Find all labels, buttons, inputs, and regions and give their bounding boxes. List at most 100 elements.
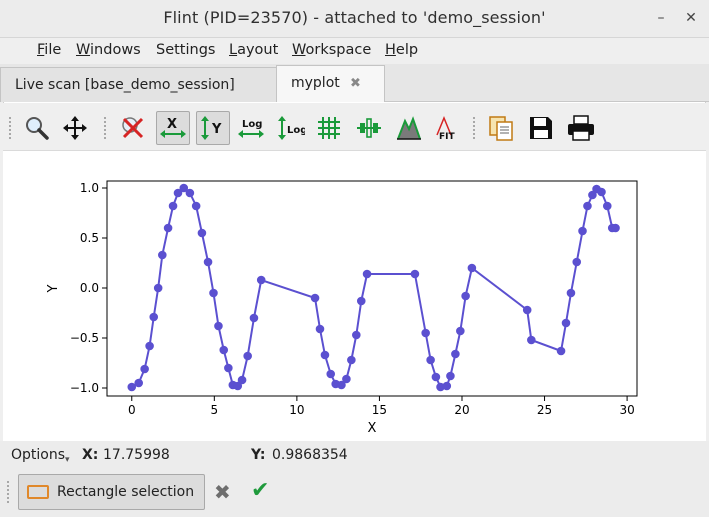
x-tick-label: 10 — [289, 403, 304, 417]
x-axis: 0 5 10 15 20 25 30 — [128, 396, 635, 417]
data-point — [256, 275, 266, 285]
data-point — [315, 324, 325, 334]
toolbar-grip[interactable] — [104, 117, 107, 139]
x-tick-label: 15 — [372, 403, 387, 417]
data-point — [203, 257, 213, 267]
data-point — [209, 288, 218, 298]
toolbar-grip[interactable] — [473, 117, 476, 139]
y-coord-value: 0.9868354 — [272, 447, 348, 463]
grid-button[interactable] — [312, 111, 346, 145]
toolbar-grip[interactable] — [9, 117, 12, 139]
log-x-text: Log — [242, 119, 262, 130]
minimize-button[interactable]: – — [650, 7, 672, 29]
data-point — [224, 363, 233, 373]
data-point — [352, 330, 361, 340]
autoscale-x-icon: X — [160, 117, 186, 138]
y-coord-label: Y: — [251, 447, 266, 463]
axes-frame — [106, 180, 638, 397]
fit-icon: FIT — [436, 116, 455, 141]
data-point — [583, 201, 592, 211]
reset-zoom-button[interactable] — [116, 111, 150, 145]
series-group — [127, 183, 620, 392]
x-tick-label: 30 — [619, 403, 634, 417]
x-tick-label: 5 — [211, 403, 219, 417]
line-chart[interactable]: 0 5 10 15 20 25 30 1.0 0.5 0.0 −0.5 −1.0 X Y — [3, 151, 706, 441]
x-coord-value: 17.75998 — [103, 447, 170, 463]
y-tick-label: 0.5 — [80, 231, 99, 245]
log-x-button[interactable]: Log — [234, 111, 268, 145]
data-point — [185, 188, 195, 198]
data-point — [214, 321, 223, 331]
tab-label: myplot — [291, 75, 340, 91]
curve-style-button[interactable] — [352, 111, 386, 145]
curve-style-icon — [357, 118, 381, 138]
plot-canvas[interactable]: 0 5 10 15 20 25 30 1.0 0.5 0.0 −0.5 −1.0 X Y — [3, 151, 706, 441]
data-point — [602, 201, 612, 211]
data-point — [219, 345, 229, 355]
data-point — [158, 250, 167, 260]
autoscale-x-button[interactable]: X — [156, 111, 190, 145]
copy-icon — [489, 116, 513, 141]
menu-help[interactable]: Help — [385, 42, 418, 58]
tab-myplot[interactable]: myplot ✖ — [276, 65, 385, 103]
data-point — [168, 201, 178, 211]
copy-button[interactable] — [484, 111, 518, 145]
y-axis: 1.0 0.5 0.0 −0.5 −1.0 — [70, 181, 107, 395]
pan-button[interactable] — [58, 111, 92, 145]
menu-windows[interactable]: Windows — [76, 42, 141, 58]
save-icon — [530, 117, 552, 139]
menu-file[interactable]: File — [37, 42, 61, 58]
data-point — [191, 201, 201, 211]
data-point — [153, 283, 163, 293]
data-point — [197, 228, 207, 238]
tab-label: Live scan [base_demo_session] — [15, 77, 235, 93]
data-point — [249, 313, 259, 323]
tab-close-icon[interactable]: ✖ — [350, 76, 361, 91]
log-y-button[interactable]: Log — [274, 111, 308, 145]
menu-settings[interactable]: Settings — [156, 42, 215, 58]
autoscale-y-icon: Y — [201, 116, 222, 140]
confirm-selection-icon[interactable]: ✔ — [251, 478, 269, 503]
x-tick-label: 20 — [454, 403, 469, 417]
menu-layout[interactable]: Layout — [229, 42, 278, 58]
reset-zoom-icon — [122, 117, 144, 139]
pan-icon — [63, 116, 87, 140]
rectangle-selection-button[interactable]: Rectangle selection — [18, 474, 205, 510]
log-y-text: Log — [287, 125, 305, 136]
x-tick-label: 0 — [128, 403, 136, 417]
data-point — [163, 223, 173, 233]
print-icon — [568, 115, 594, 141]
fit-text: FIT — [439, 132, 455, 141]
data-point — [134, 378, 144, 388]
save-button[interactable] — [524, 111, 558, 145]
menu-workspace[interactable]: Workspace — [292, 42, 371, 58]
rectangle-icon — [27, 485, 49, 499]
data-point — [320, 350, 330, 360]
data-point — [145, 341, 154, 351]
close-window-button[interactable]: ✕ — [680, 7, 702, 29]
toolbar-grip[interactable] — [7, 481, 10, 503]
log-x-icon: Log — [238, 119, 264, 138]
zoom-button[interactable] — [20, 111, 54, 145]
data-point — [149, 312, 159, 322]
window-title: Flint (PID=23570) - attached to 'demo_se… — [163, 8, 546, 27]
menubar: File Windows Settings Layout Workspace H… — [0, 38, 709, 64]
data-point — [561, 318, 571, 328]
grid-icon — [318, 117, 340, 139]
print-button[interactable] — [564, 111, 598, 145]
x-coord-label: X: — [82, 447, 99, 463]
data-point — [342, 374, 351, 384]
tab-live-scan[interactable]: Live scan [base_demo_session] — [0, 67, 277, 102]
cancel-selection-icon[interactable]: ✖ — [214, 480, 231, 504]
data-point — [237, 375, 247, 385]
data-point — [456, 326, 465, 336]
data-point — [611, 223, 620, 233]
options-menu[interactable]: Options▾ — [11, 447, 70, 465]
y-tick-label: 0.0 — [80, 281, 99, 295]
data-point — [461, 291, 470, 301]
colormap-button[interactable] — [392, 111, 426, 145]
fit-button[interactable]: FIT — [430, 111, 464, 145]
data-point — [410, 269, 420, 279]
autoscale-y-button[interactable]: Y — [196, 111, 230, 145]
data-point — [566, 288, 576, 298]
